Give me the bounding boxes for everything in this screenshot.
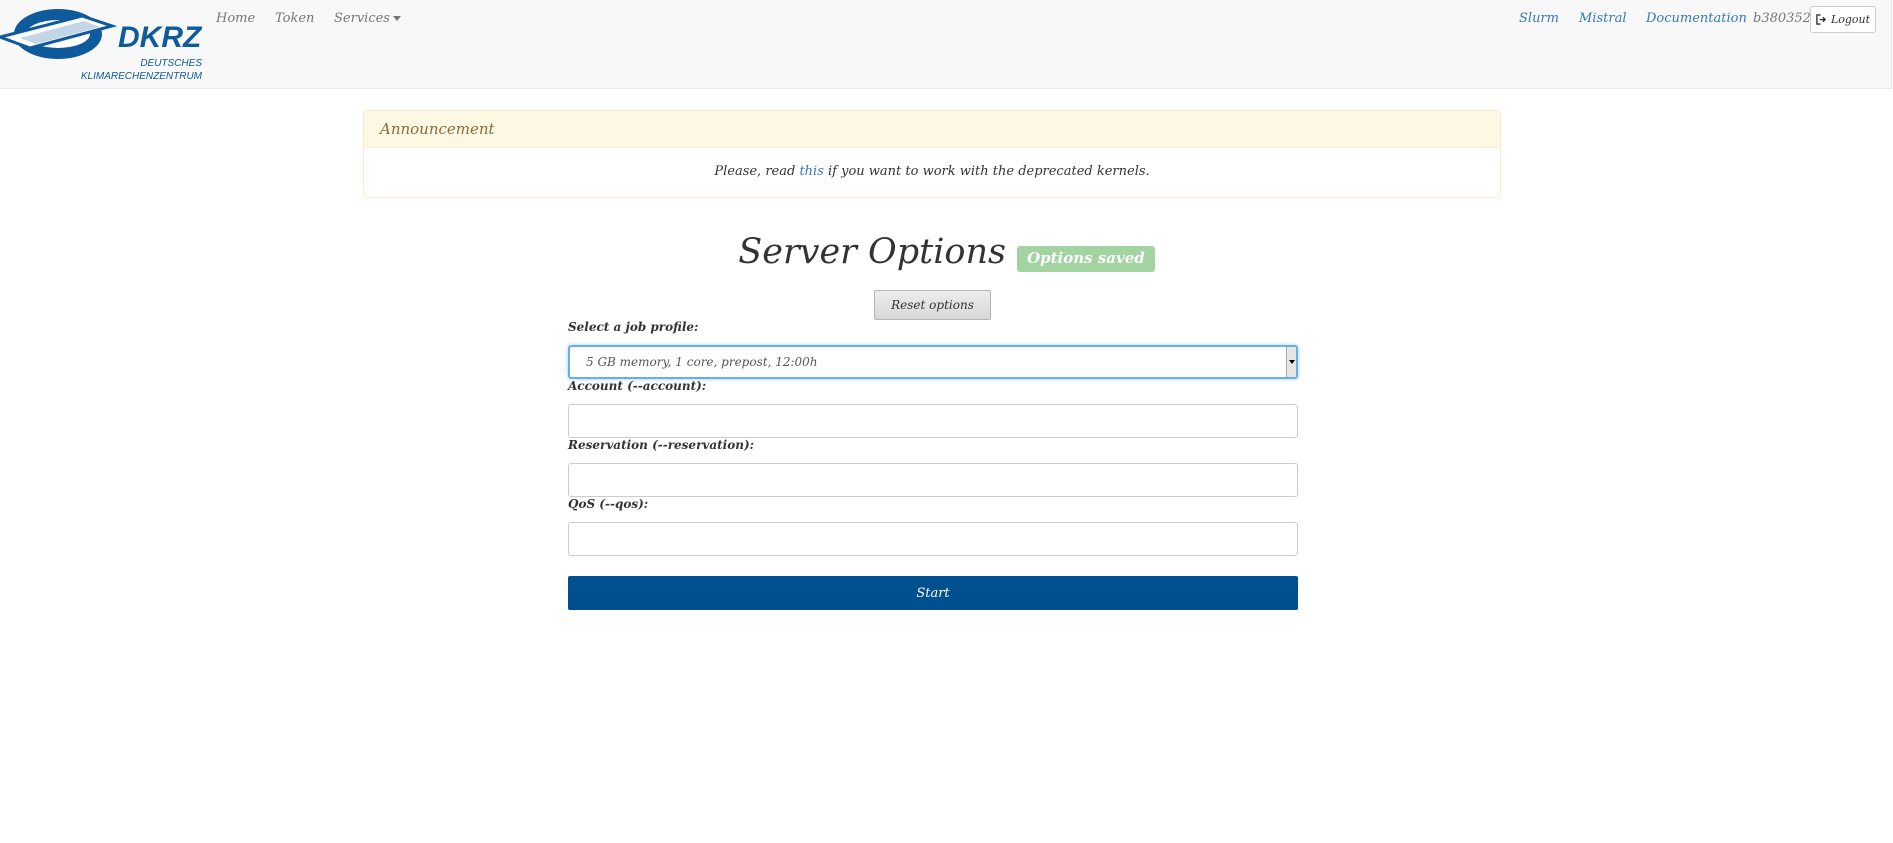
page-title: Server Options xyxy=(738,232,1006,272)
dropdown-arrow-icon[interactable] xyxy=(1286,347,1296,377)
username: b380352 xyxy=(1753,11,1811,26)
announcement-text-after: if you want to work with the deprecated … xyxy=(823,164,1150,179)
nav-services[interactable]: Services xyxy=(334,11,401,26)
nav-token[interactable]: Token xyxy=(275,11,314,26)
logout-button[interactable]: Logout xyxy=(1810,6,1876,33)
account-input[interactable] xyxy=(568,404,1298,438)
announcement-text-before: Please, read xyxy=(714,164,800,179)
status-badge: Options saved xyxy=(1017,246,1155,272)
announcement-body: Please, read this if you want to work wi… xyxy=(364,148,1500,179)
nav-home[interactable]: Home xyxy=(216,11,255,26)
qos-input[interactable] xyxy=(568,522,1298,556)
logo-name: DKRZ xyxy=(118,21,203,54)
dkrz-logo[interactable]: DKRZ DEUTSCHES KLIMARECHENZENTRUM xyxy=(0,4,205,84)
job-profile-value: 5 GB memory, 1 core, prepost, 12:00h xyxy=(586,355,818,369)
logo-subtitle-2: KLIMARECHENZENTRUM xyxy=(81,71,203,82)
reservation-input[interactable] xyxy=(568,463,1298,497)
logo-subtitle-1: DEUTSCHES xyxy=(140,58,202,69)
job-profile-select[interactable]: 5 GB memory, 1 core, prepost, 12:00h xyxy=(568,345,1298,379)
navbar: DKRZ DEUTSCHES KLIMARECHENZENTRUM Home T… xyxy=(0,0,1892,89)
start-button[interactable]: Start xyxy=(568,576,1298,610)
reset-options-button[interactable]: Reset options xyxy=(874,290,991,320)
reservation-label: Reservation (--reservation): xyxy=(568,438,755,452)
announcement-heading: Announcement xyxy=(364,111,1500,148)
qos-label: QoS (--qos): xyxy=(568,497,649,511)
caret-down-icon xyxy=(392,16,401,21)
nav-mistral[interactable]: Mistral xyxy=(1579,11,1627,26)
announcement-panel: Announcement Please, read this if you wa… xyxy=(363,110,1501,198)
logout-label: Logout xyxy=(1830,13,1871,26)
account-label: Account (--account): xyxy=(568,379,707,393)
announcement-link[interactable]: this xyxy=(799,164,823,179)
nav-slurm[interactable]: Slurm xyxy=(1519,11,1559,26)
profile-label: Select a job profile: xyxy=(568,320,699,334)
nav-documentation[interactable]: Documentation xyxy=(1646,11,1747,26)
sign-out-icon xyxy=(1816,14,1827,25)
nav-services-label: Services xyxy=(334,11,390,26)
title-row: Server Options Options saved xyxy=(0,232,1893,272)
